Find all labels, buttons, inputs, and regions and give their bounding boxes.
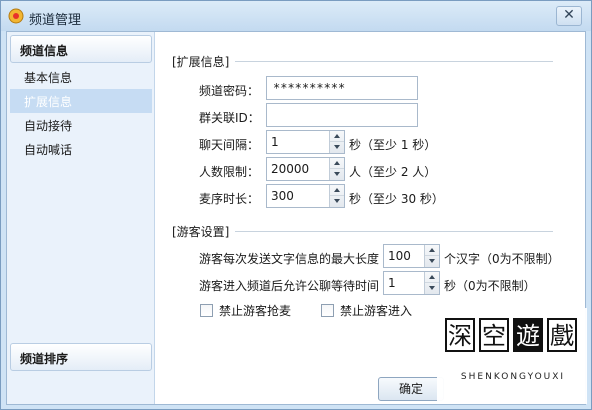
group-id-field[interactable] xyxy=(266,103,418,127)
user-limit-label: 人数限制： xyxy=(199,165,260,179)
no-grab-mic-label: 禁止游客抢麦 xyxy=(219,304,292,318)
increment-button[interactable] xyxy=(425,272,439,283)
increment-button[interactable] xyxy=(425,245,439,256)
password-field[interactable]: ********** xyxy=(266,76,418,100)
stepper-buttons xyxy=(424,272,439,294)
watermark-char: 戲 xyxy=(547,318,577,352)
app-icon xyxy=(8,8,24,24)
watermark-char: 空 xyxy=(479,318,509,352)
watermark-char: 深 xyxy=(445,318,475,352)
watermark-subtitle: SHENKONGYOUXI xyxy=(460,372,566,382)
channel-manager-window: 频道管理 ✕ 频道信息 基本信息 扩展信息 自动接待 自动喊话 频道排序 [扩展… xyxy=(0,0,592,410)
sidebar-group-channel-info[interactable]: 频道信息 xyxy=(10,35,152,63)
sidebar-item-basic-info[interactable]: 基本信息 xyxy=(10,65,152,89)
chat-interval-unit: 秒（至少 1 秒） xyxy=(349,138,437,152)
stepper-buttons xyxy=(329,158,344,180)
section-title-extended: [扩展信息] xyxy=(172,53,236,70)
password-label: 频道密码： xyxy=(199,84,260,98)
window-title: 频道管理 xyxy=(29,13,82,28)
max-text-value: 100 xyxy=(388,249,411,263)
arrow-up-icon xyxy=(334,134,340,138)
no-enter-label: 禁止游客进入 xyxy=(340,304,413,318)
max-text-unit: 个汉字（0为不限制） xyxy=(444,252,560,266)
decrement-button[interactable] xyxy=(330,196,344,207)
decrement-button[interactable] xyxy=(425,283,439,294)
increment-button[interactable] xyxy=(330,131,344,142)
sidebar-item-auto-broadcast[interactable]: 自动喊话 xyxy=(10,137,152,161)
user-limit-value: 20000 xyxy=(271,162,310,176)
group-id-label: 群关联ID： xyxy=(199,111,260,125)
chat-interval-stepper[interactable]: 1 xyxy=(266,130,345,154)
user-limit-unit: 人（至少 2 人） xyxy=(349,165,437,179)
wait-time-stepper[interactable]: 1 xyxy=(383,271,440,295)
mic-time-value: 300 xyxy=(271,189,294,203)
arrow-up-icon xyxy=(334,188,340,192)
dialog-content: 频道信息 基本信息 扩展信息 自动接待 自动喊话 频道排序 [扩展信息] 频道密… xyxy=(6,31,587,405)
arrow-up-icon xyxy=(429,248,435,252)
decrement-button[interactable] xyxy=(330,142,344,153)
no-grab-mic-checkbox[interactable] xyxy=(200,304,213,317)
max-text-stepper[interactable]: 100 xyxy=(383,244,440,268)
arrow-up-icon xyxy=(334,161,340,165)
arrow-up-icon xyxy=(429,275,435,279)
chat-interval-value: 1 xyxy=(271,135,279,149)
mic-time-stepper[interactable]: 300 xyxy=(266,184,345,208)
close-button[interactable]: ✕ xyxy=(556,6,582,26)
watermark-char: 遊 xyxy=(513,318,543,352)
sidebar: 频道信息 基本信息 扩展信息 自动接待 自动喊话 频道排序 xyxy=(7,32,155,404)
arrow-down-icon xyxy=(334,145,340,149)
wait-time-label: 游客进入频道后允许公聊等待时间 xyxy=(199,279,380,293)
sidebar-item-auto-reception[interactable]: 自动接待 xyxy=(10,113,152,137)
arrow-down-icon xyxy=(429,286,435,290)
wait-time-unit: 秒（0为不限制） xyxy=(444,279,536,293)
stepper-buttons xyxy=(329,185,344,207)
stepper-buttons xyxy=(329,131,344,153)
chat-interval-label: 聊天间隔： xyxy=(199,138,260,152)
increment-button[interactable] xyxy=(330,158,344,169)
increment-button[interactable] xyxy=(330,185,344,196)
sidebar-item-extended-info[interactable]: 扩展信息 xyxy=(10,89,152,113)
section-divider xyxy=(233,231,553,232)
arrow-down-icon xyxy=(429,259,435,263)
ok-button[interactable]: 确定 xyxy=(378,377,444,401)
max-text-label: 游客每次发送文字信息的最大长度 xyxy=(199,252,380,266)
stepper-buttons xyxy=(424,245,439,267)
arrow-down-icon xyxy=(334,172,340,176)
decrement-button[interactable] xyxy=(425,256,439,267)
close-icon: ✕ xyxy=(563,7,575,23)
section-divider xyxy=(233,61,553,62)
mic-time-label: 麦序时长： xyxy=(199,192,260,206)
sidebar-group-channel-sort[interactable]: 频道排序 xyxy=(10,343,152,371)
watermark-logo: 深 空 遊 戲 SHENKONGYOUXI xyxy=(437,308,587,404)
user-limit-stepper[interactable]: 20000 xyxy=(266,157,345,181)
section-title-guest: [游客设置] xyxy=(172,223,236,240)
no-enter-checkbox[interactable] xyxy=(321,304,334,317)
mic-time-unit: 秒（至少 30 秒） xyxy=(349,192,444,206)
wait-time-value: 1 xyxy=(388,276,396,290)
title-bar[interactable]: 频道管理 ✕ xyxy=(1,1,591,31)
arrow-down-icon xyxy=(334,199,340,203)
decrement-button[interactable] xyxy=(330,169,344,180)
